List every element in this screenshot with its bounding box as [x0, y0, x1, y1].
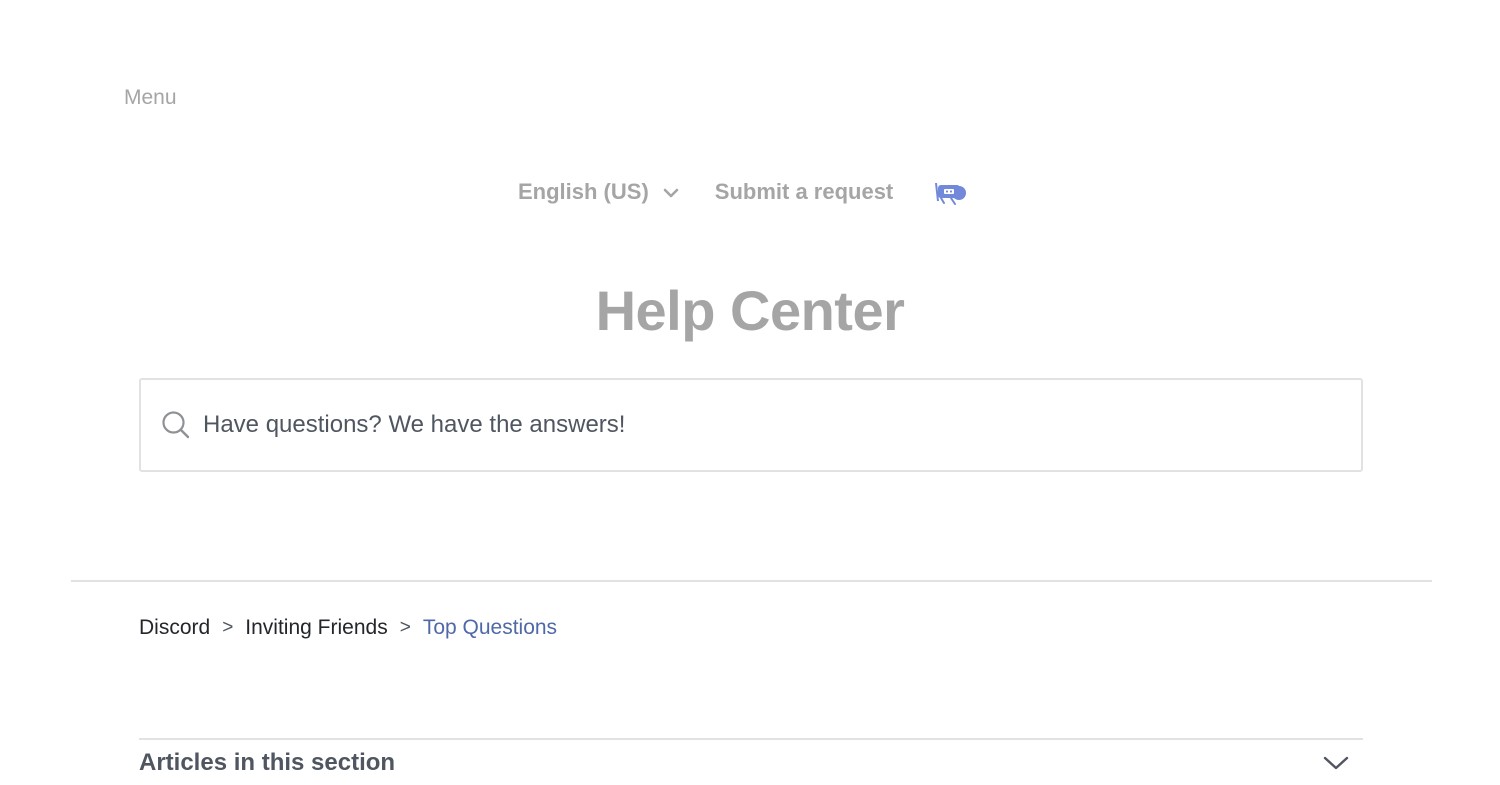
- submit-request-link[interactable]: Submit a request: [715, 179, 893, 205]
- page-title: Help Center: [595, 279, 905, 342]
- help-center-page: Menu English (US) Submit a request Help: [0, 0, 1500, 785]
- language-selector[interactable]: English (US): [518, 179, 679, 205]
- articles-section-toggle[interactable]: Articles in this section: [139, 740, 1363, 785]
- breadcrumb: Discord > Inviting Friends > Top Questio…: [139, 616, 557, 640]
- chevron-down-icon: [1323, 755, 1349, 771]
- breadcrumb-item-inviting-friends[interactable]: Inviting Friends: [245, 616, 387, 640]
- chevron-down-icon: [663, 186, 679, 198]
- breadcrumb-separator: >: [399, 617, 411, 638]
- search-bar[interactable]: [139, 378, 1363, 472]
- search-icon: [161, 410, 191, 440]
- breadcrumb-item-discord[interactable]: Discord: [139, 616, 210, 640]
- articles-section-title: Articles in this section: [139, 748, 396, 776]
- search-input[interactable]: [203, 405, 1343, 445]
- breadcrumb-separator: >: [222, 617, 234, 638]
- discord-mascot-icon[interactable]: [931, 177, 967, 207]
- menu-button[interactable]: Menu: [124, 86, 177, 110]
- header-divider: [71, 580, 1432, 582]
- language-label: English (US): [518, 179, 649, 204]
- breadcrumb-item-top-questions[interactable]: Top Questions: [423, 616, 557, 640]
- top-nav: English (US) Submit a request: [518, 174, 967, 210]
